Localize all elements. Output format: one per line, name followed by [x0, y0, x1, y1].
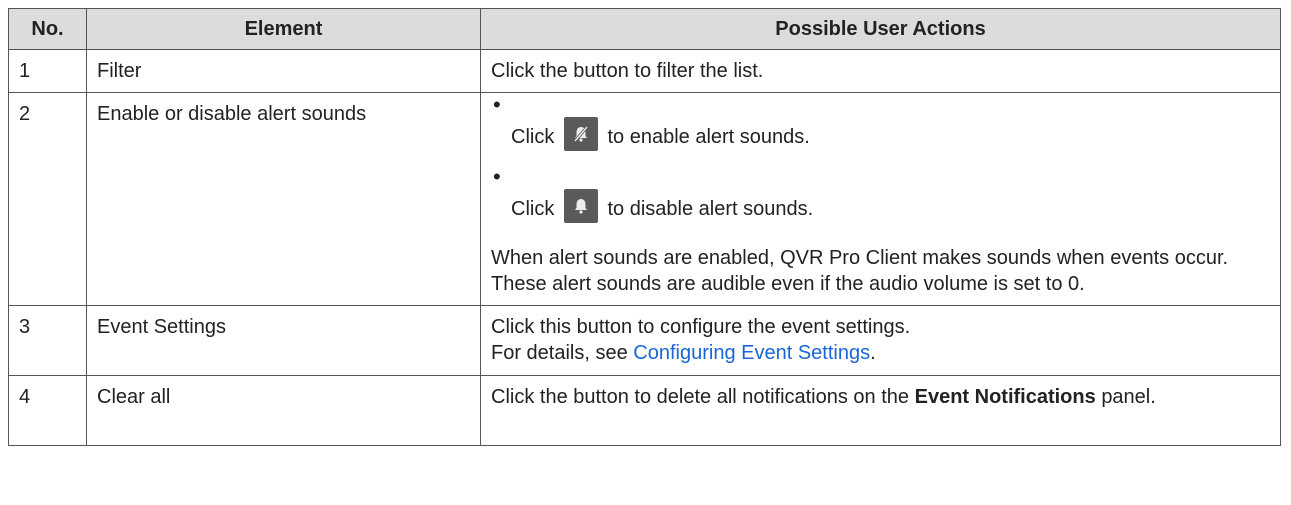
- action-description: Click the button to filter the list.: [480, 49, 1281, 93]
- action-description: Click the button to delete all notificat…: [480, 375, 1281, 446]
- details-prefix: For details, see: [491, 342, 628, 364]
- bullet-item-enable: • Click to enable alert sounds.: [491, 94, 1270, 151]
- row-number: 3: [8, 305, 87, 376]
- header-no: No.: [8, 8, 87, 50]
- action-line: Click this button to configure the event…: [491, 316, 911, 338]
- alert-sound-note: When alert sounds are enabled, QVR Pro C…: [491, 247, 1229, 295]
- table-row: 3 Event Settings Click this button to co…: [8, 305, 1281, 376]
- bullet-dot: •: [493, 92, 501, 117]
- action-description: • Click to enable alert sounds. • Click …: [480, 92, 1281, 306]
- action-description: Click this button to configure the event…: [480, 305, 1281, 376]
- action-prefix: Click the button to delete all notificat…: [491, 386, 910, 408]
- table-row: 2 Enable or disable alert sounds • Click: [8, 92, 1281, 306]
- muted-bell-icon: [563, 117, 598, 151]
- element-name: Event Settings: [86, 305, 481, 376]
- bullet-prefix: Click: [511, 126, 555, 148]
- header-row: No. Element Possible User Actions: [8, 8, 1281, 50]
- configuring-event-settings-link[interactable]: Configuring Event Settings: [633, 342, 870, 364]
- row-number: 2: [8, 92, 87, 306]
- bullet-suffix: to disable alert sounds.: [607, 198, 814, 220]
- header-possible-user-actions: Possible User Actions: [480, 8, 1281, 50]
- action-suffix: panel.: [1101, 386, 1156, 408]
- element-name: Filter: [86, 49, 481, 93]
- bullet-prefix: Click: [511, 198, 555, 220]
- element-name: Clear all: [86, 375, 481, 446]
- bell-icon: [563, 189, 598, 223]
- row-number: 1: [8, 49, 87, 93]
- action-line-details: For details, see Configuring Event Setti…: [491, 340, 1270, 366]
- row-number: 4: [8, 375, 87, 446]
- bullet-dot: •: [493, 164, 501, 189]
- table-row: 4 Clear all Click the button to delete a…: [8, 375, 1281, 446]
- table-row: 1 Filter Click the button to filter the …: [8, 49, 1281, 93]
- element-name: Enable or disable alert sounds: [86, 92, 481, 306]
- panel-name: Event Notifications: [914, 386, 1096, 408]
- bullet-suffix: to enable alert sounds.: [607, 126, 810, 148]
- bullet-item-disable: • Click to disable alert sounds.: [491, 166, 1270, 223]
- header-element: Element: [86, 8, 481, 50]
- details-suffix: .: [870, 342, 876, 364]
- user-actions-table: No. Element Possible User Actions 1 Filt…: [8, 8, 1281, 446]
